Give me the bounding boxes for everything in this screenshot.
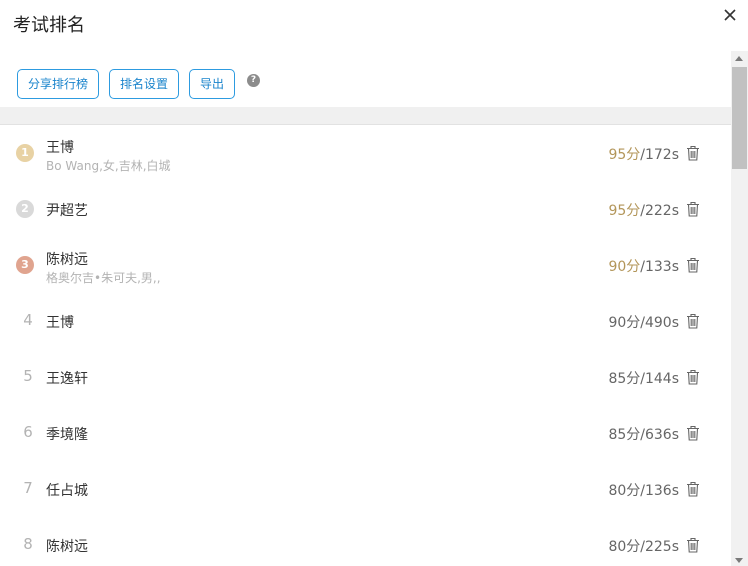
rank-number: 4 bbox=[23, 311, 33, 329]
ranking-row[interactable]: 6 季境隆 85分/636s bbox=[0, 405, 731, 461]
time-value: /225s bbox=[640, 539, 679, 555]
score-time: 80分/136s bbox=[608, 480, 679, 500]
trash-icon[interactable] bbox=[684, 368, 702, 386]
score-value: 80分 bbox=[608, 539, 641, 555]
score-time: 95分/172s bbox=[608, 144, 679, 164]
student-name: 王博 bbox=[46, 140, 74, 156]
score-value: 80分 bbox=[608, 483, 641, 499]
time-value: /133s bbox=[640, 259, 679, 275]
time-value: /172s bbox=[640, 147, 679, 163]
score-time: 90分/490s bbox=[608, 312, 679, 332]
section-divider bbox=[0, 107, 731, 125]
rank-number: 8 bbox=[23, 535, 33, 553]
trash-icon[interactable] bbox=[684, 200, 702, 218]
student-name: 尹超艺 bbox=[46, 203, 88, 219]
scrollbar-thumb[interactable] bbox=[732, 67, 747, 169]
share-leaderboard-button[interactable]: 分享排行榜 bbox=[17, 69, 99, 99]
ranking-row[interactable]: 2 尹超艺 95分/222s bbox=[0, 181, 731, 237]
ranking-row[interactable]: 5 王逸轩 85分/144s bbox=[0, 349, 731, 405]
score-time: 85分/144s bbox=[608, 368, 679, 388]
trash-icon[interactable] bbox=[684, 312, 702, 330]
export-button[interactable]: 导出 bbox=[189, 69, 235, 99]
student-details: 格奥尔吉•朱可夫,男,, bbox=[46, 271, 161, 285]
vertical-scrollbar[interactable] bbox=[731, 51, 748, 566]
scroll-down-arrow-icon[interactable] bbox=[735, 558, 743, 563]
score-value: 85分 bbox=[608, 427, 641, 443]
score-value: 90分 bbox=[608, 315, 641, 331]
student-name: 王博 bbox=[46, 315, 74, 331]
help-icon[interactable]: ? bbox=[247, 74, 260, 87]
trash-icon[interactable] bbox=[684, 256, 702, 274]
bronze-medal-badge: 3 bbox=[16, 256, 34, 274]
time-value: /136s bbox=[640, 483, 679, 499]
time-value: /490s bbox=[640, 315, 679, 331]
student-name: 陈树远 bbox=[46, 539, 88, 555]
ranking-row[interactable]: 4 王博 90分/490s bbox=[0, 293, 731, 349]
close-icon[interactable] bbox=[721, 6, 739, 24]
silver-medal-badge: 2 bbox=[16, 200, 34, 218]
scroll-up-arrow-icon[interactable] bbox=[735, 56, 743, 61]
score-time: 80分/225s bbox=[608, 536, 679, 556]
trash-icon[interactable] bbox=[684, 536, 702, 554]
rank-number: 5 bbox=[23, 367, 33, 385]
score-value: 95分 bbox=[608, 147, 641, 163]
student-details: Bo Wang,女,吉林,白城 bbox=[46, 159, 171, 173]
time-value: /144s bbox=[640, 371, 679, 387]
score-time: 85分/636s bbox=[608, 424, 679, 444]
gold-medal-badge: 1 bbox=[16, 144, 34, 162]
trash-icon[interactable] bbox=[684, 424, 702, 442]
ranking-settings-button[interactable]: 排名设置 bbox=[109, 69, 179, 99]
time-value: /636s bbox=[640, 427, 679, 443]
rank-number: 7 bbox=[23, 479, 33, 497]
student-name: 季境隆 bbox=[46, 427, 88, 443]
time-value: /222s bbox=[640, 203, 679, 219]
score-value: 95分 bbox=[608, 203, 641, 219]
student-name: 王逸轩 bbox=[46, 371, 88, 387]
score-time: 95分/222s bbox=[608, 200, 679, 220]
score-value: 90分 bbox=[608, 259, 641, 275]
ranking-row[interactable]: 8 陈树远 80分/225s bbox=[0, 517, 731, 566]
ranking-row[interactable]: 3 陈树远 格奥尔吉•朱可夫,男,, 90分/133s bbox=[0, 237, 731, 293]
ranking-row[interactable]: 1 王博 Bo Wang,女,吉林,白城 95分/172s bbox=[0, 125, 731, 181]
score-value: 85分 bbox=[608, 371, 641, 387]
student-name: 陈树远 bbox=[46, 252, 88, 268]
ranking-row[interactable]: 7 任占城 80分/136s bbox=[0, 461, 731, 517]
trash-icon[interactable] bbox=[684, 144, 702, 162]
dialog-title: 考试排名 bbox=[13, 15, 85, 36]
rank-number: 6 bbox=[23, 423, 33, 441]
trash-icon[interactable] bbox=[684, 480, 702, 498]
student-name: 任占城 bbox=[46, 483, 88, 499]
score-time: 90分/133s bbox=[608, 256, 679, 276]
ranking-list: 1 王博 Bo Wang,女,吉林,白城 95分/172s 2 尹超艺 95分/… bbox=[0, 125, 731, 566]
